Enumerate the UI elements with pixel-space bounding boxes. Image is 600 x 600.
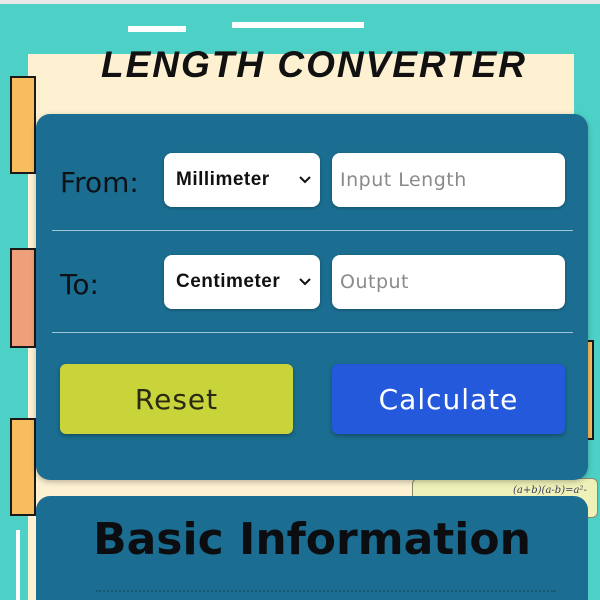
to-unit-value: Centimeter — [176, 271, 281, 292]
from-unit-select[interactable]: Millimeter — [164, 153, 320, 207]
faded-text-line — [96, 590, 556, 600]
reset-button[interactable]: Reset — [60, 364, 293, 434]
calculate-button[interactable]: Calculate — [332, 364, 565, 434]
input-length-field[interactable] — [332, 153, 565, 207]
divider — [52, 332, 573, 333]
page-title: LENGTH CONVERTER — [100, 44, 527, 85]
from-label: From: — [60, 166, 139, 199]
chevron-down-icon — [294, 172, 316, 188]
to-unit-select[interactable]: Centimeter — [164, 255, 320, 309]
section-heading: Basic Information — [93, 514, 531, 565]
divider — [52, 230, 573, 231]
decorative-line — [16, 530, 20, 600]
chevron-down-icon — [294, 274, 316, 290]
decorative-dash — [128, 26, 186, 32]
decorative-dash — [232, 22, 364, 28]
side-tab-orange — [10, 76, 36, 174]
side-tab-orange — [10, 418, 36, 516]
to-label: To: — [60, 268, 99, 301]
basic-information-section: Basic Information — [36, 496, 588, 600]
side-tab-salmon — [10, 248, 36, 348]
output-field[interactable] — [332, 255, 565, 309]
converter-card: From: Millimeter To: Centimeter Reset Ca… — [36, 114, 588, 480]
browser-top-edge — [0, 0, 600, 4]
from-unit-value: Millimeter — [176, 169, 270, 190]
